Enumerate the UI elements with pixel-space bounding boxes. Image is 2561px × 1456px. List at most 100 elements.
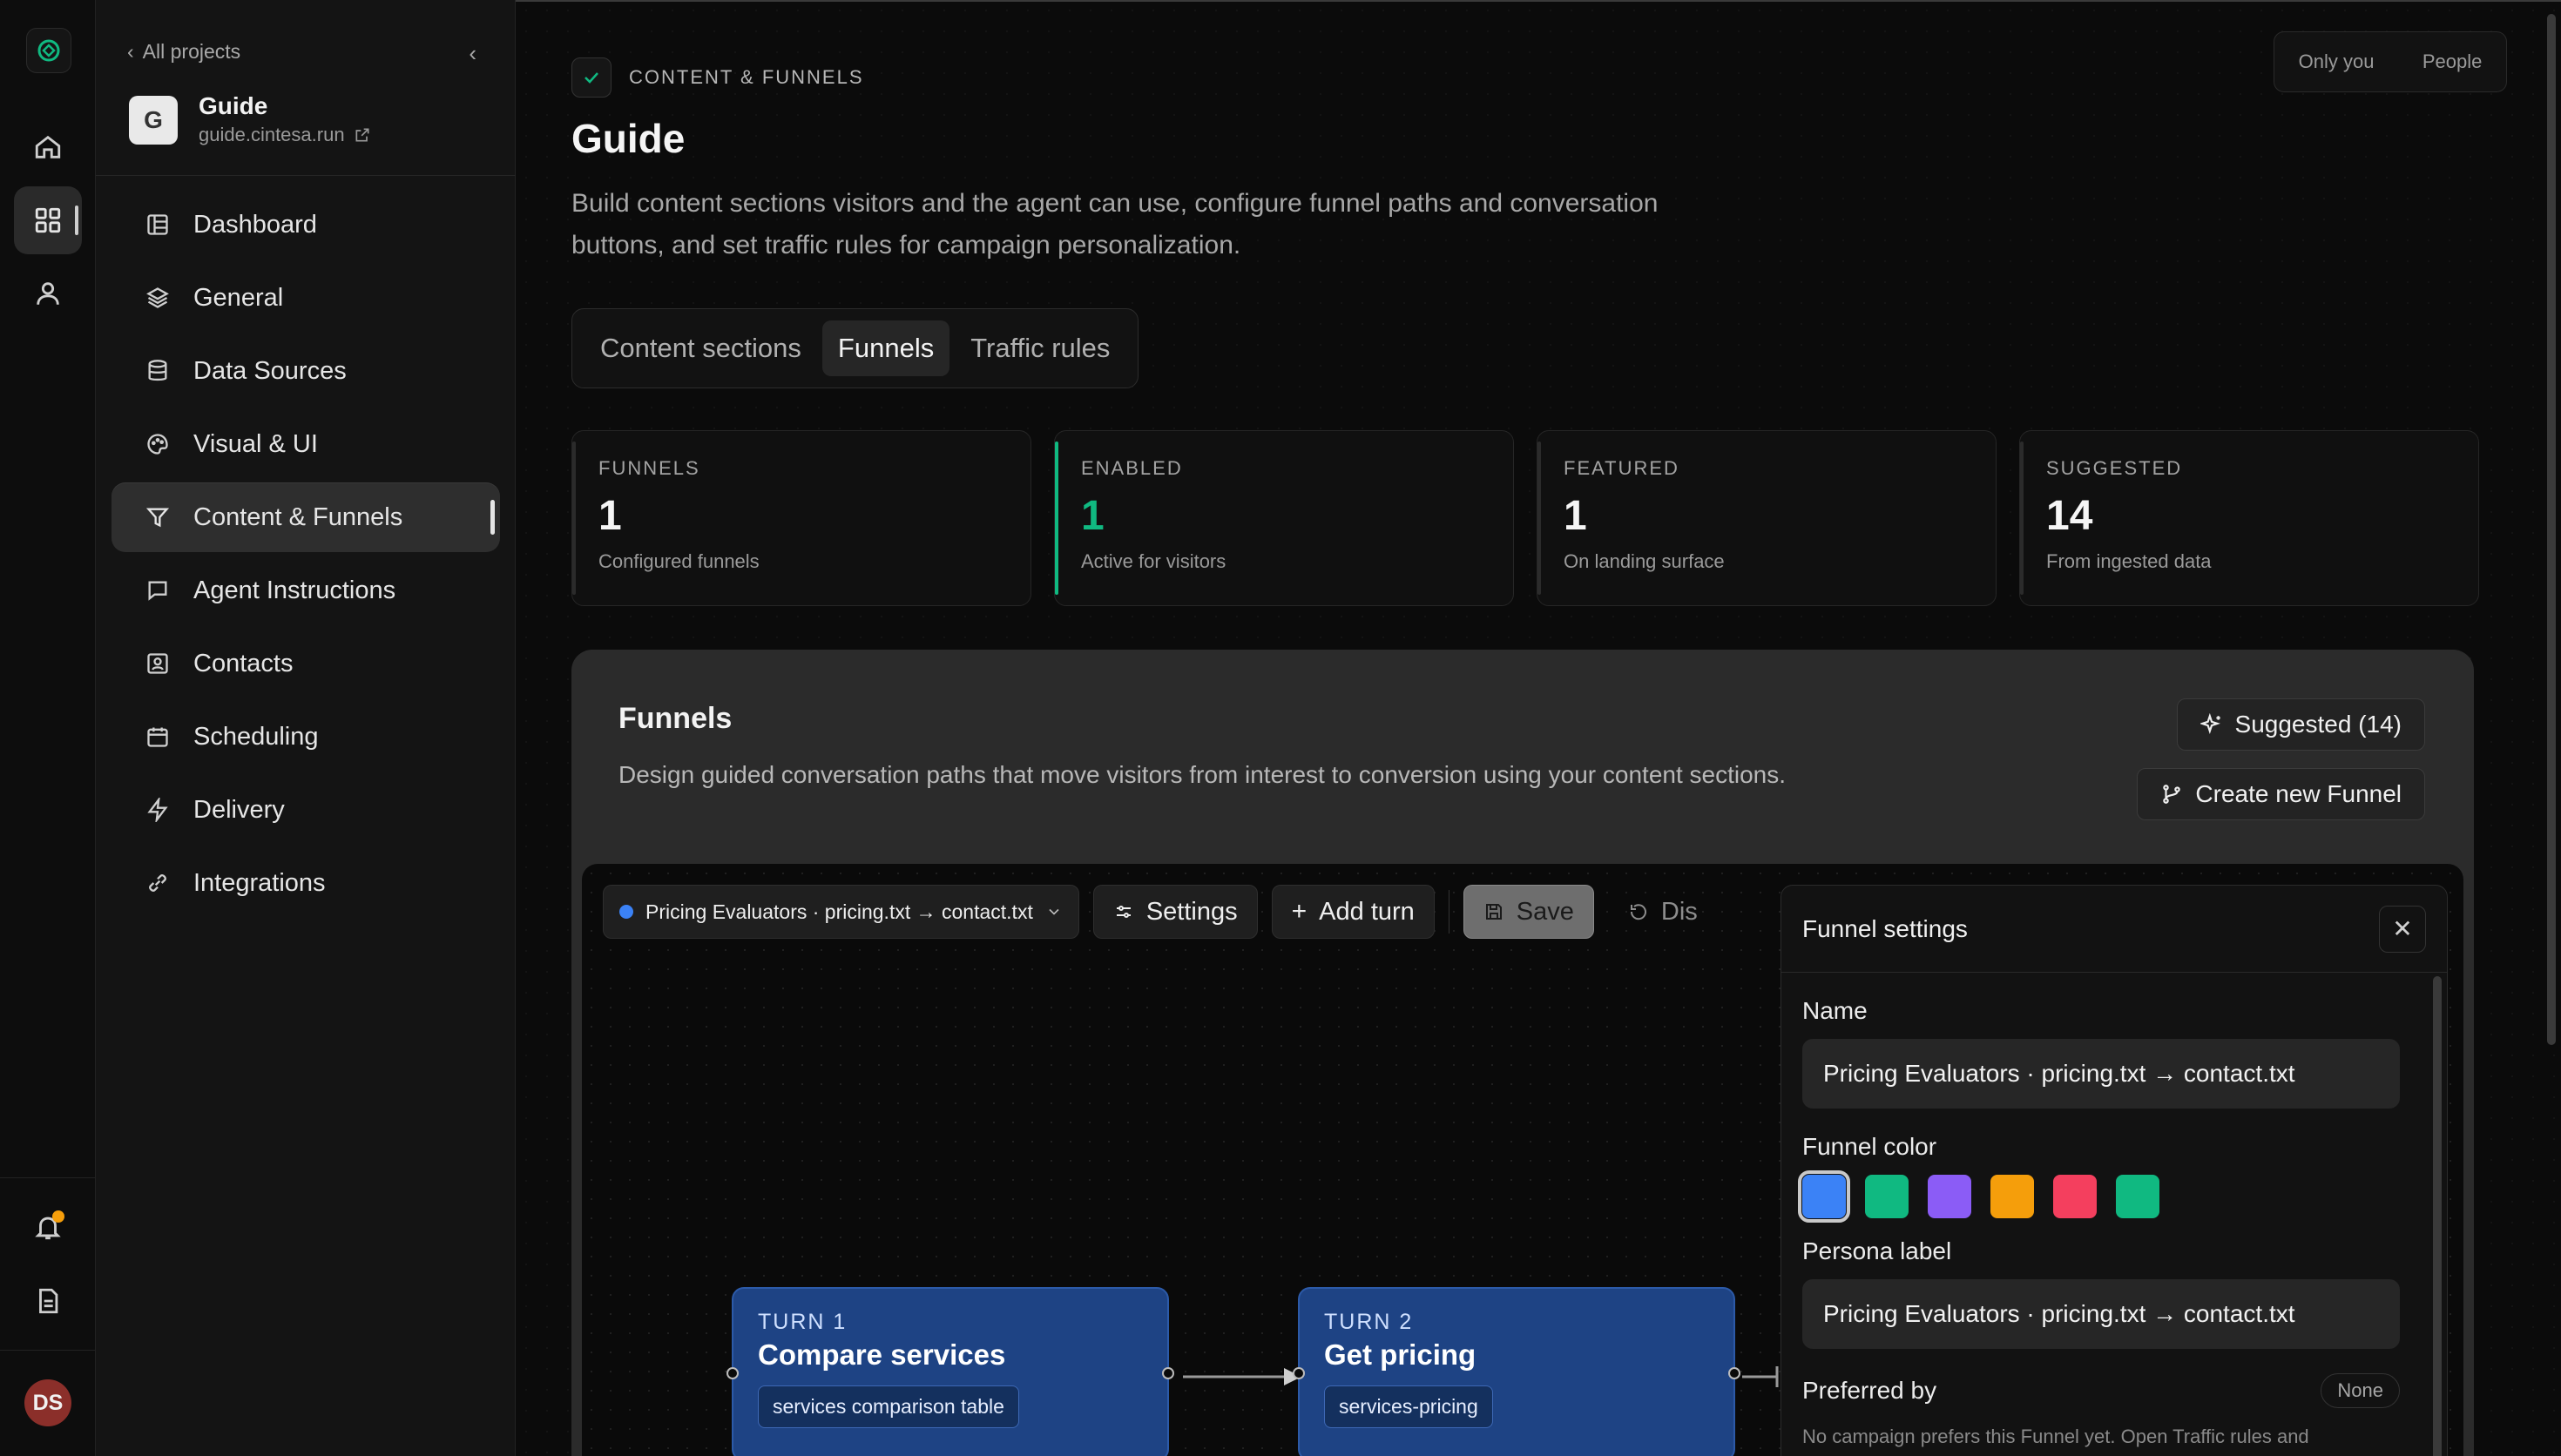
- nav-item-agent-instructions[interactable]: Agent Instructions: [111, 556, 500, 625]
- output-port[interactable]: [1728, 1367, 1740, 1379]
- only-you-option[interactable]: Only you: [2299, 51, 2375, 73]
- calendar-icon: [145, 724, 171, 750]
- output-port[interactable]: [1162, 1367, 1174, 1379]
- suggested-button[interactable]: Suggested (14): [2176, 698, 2425, 751]
- preferred-by-label: Preferred by: [1802, 1377, 1937, 1404]
- create-funnel-label: Create new Funnel: [2195, 780, 2402, 807]
- visibility-toggle[interactable]: Only you People: [2274, 31, 2507, 92]
- turn-number: TURN 2: [1324, 1310, 1414, 1334]
- nav-item-delivery[interactable]: Delivery: [111, 775, 500, 845]
- save-button[interactable]: Save: [1463, 885, 1594, 939]
- project-url: guide.cintesa.run: [199, 124, 345, 145]
- nav-item-label: Contacts: [193, 649, 294, 677]
- top-border: [516, 0, 2561, 2]
- turn-content-chip: services-pricing: [1324, 1385, 1493, 1428]
- add-turn-label: Add turn: [1319, 897, 1415, 926]
- avatar[interactable]: DS: [24, 1379, 71, 1426]
- color-swatch-blue[interactable]: [1798, 1170, 1850, 1223]
- layers-icon: [145, 285, 171, 311]
- suggested-button-label: Suggested (14): [2234, 711, 2402, 738]
- bolt-icon: [145, 797, 171, 823]
- nav-item-general[interactable]: General: [111, 263, 500, 333]
- stat-label: FEATURED: [1564, 457, 1679, 479]
- tab-funnels[interactable]: Funnels: [821, 320, 950, 376]
- database-icon: [145, 358, 171, 384]
- collapse-sidebar-button[interactable]: ‹: [469, 40, 476, 67]
- branch-icon: [2163, 785, 2181, 804]
- turn-number: TURN 1: [758, 1310, 848, 1334]
- breadcrumb: CONTENT & FUNNELS: [571, 57, 864, 98]
- tab-traffic-rules[interactable]: Traffic rules: [955, 320, 1125, 376]
- stat-subtitle: From ingested data: [2046, 550, 2212, 572]
- sliders-icon: [1116, 906, 1131, 918]
- save-icon: [1485, 904, 1502, 920]
- canvas-toolbar: Pricing Evaluators · pricing.txt → conta…: [603, 885, 1718, 939]
- turn-connector-arrow: [1183, 1368, 1301, 1385]
- turn-node[interactable]: TURN 2 Get pricing services-pricing: [1293, 1287, 1740, 1456]
- rail-divider: [0, 1177, 96, 1178]
- tab-content-sections[interactable]: Content sections: [585, 320, 817, 376]
- persona-label-field[interactable]: Pricing Evaluators · pricing.txt → conta…: [1802, 1279, 2400, 1349]
- add-turn-button[interactable]: + Add turn: [1271, 885, 1435, 939]
- chat-icon: [145, 577, 171, 603]
- create-funnel-button[interactable]: Create new Funnel: [2137, 768, 2425, 820]
- input-port[interactable]: [1293, 1367, 1305, 1379]
- user-icon[interactable]: [14, 260, 82, 327]
- nav-item-visual-ui[interactable]: Visual & UI: [111, 409, 500, 479]
- funnel-color-dot: [619, 905, 633, 919]
- people-option[interactable]: People: [2422, 51, 2483, 73]
- dashboard-icon: [145, 212, 171, 238]
- settings-panel-header: Funnel settings ✕: [1781, 886, 2447, 973]
- projects-grid-icon[interactable]: [14, 186, 82, 254]
- color-swatch-green[interactable]: [2116, 1175, 2159, 1218]
- nav-item-data-sources[interactable]: Data Sources: [111, 336, 500, 406]
- funnel-settings-panel: Funnel settings ✕ Name Pricing Evaluator…: [1781, 885, 2448, 1456]
- nav-item-contacts[interactable]: Contacts: [111, 629, 500, 698]
- panel-description: Design guided conversation paths that mo…: [618, 761, 1787, 788]
- sparkles-icon: [2199, 713, 2220, 735]
- nav-item-scheduling[interactable]: Scheduling: [111, 702, 500, 772]
- color-swatch-purple[interactable]: [1928, 1175, 1971, 1218]
- project-url-link[interactable]: guide.cintesa.run: [199, 124, 371, 146]
- settings-panel-scrollbar[interactable]: [2433, 976, 2442, 1456]
- stat-card-suggested: SUGGESTED 14 From ingested data: [2019, 430, 2479, 606]
- stat-card-featured: FEATURED 1 On landing surface: [1537, 430, 1997, 606]
- all-projects-link[interactable]: ‹ All projects: [127, 40, 240, 64]
- document-icon[interactable]: [14, 1267, 82, 1335]
- settings-button[interactable]: Settings: [1092, 885, 1258, 939]
- stat-value: 14: [2046, 493, 2093, 539]
- stat-subtitle: Active for visitors: [1081, 550, 1226, 572]
- main-scrollbar[interactable]: [2547, 14, 2556, 1045]
- rail-divider: [0, 1350, 96, 1351]
- nav-item-integrations[interactable]: Integrations: [111, 848, 500, 918]
- stat-label: ENABLED: [1081, 457, 1183, 479]
- color-swatch-teal[interactable]: [1865, 1175, 1909, 1218]
- plus-icon: +: [1291, 897, 1308, 926]
- discard-button-label: Dis: [1660, 897, 1698, 926]
- panel-title: Funnels: [618, 702, 733, 735]
- nav-item-label: Scheduling: [193, 722, 319, 751]
- funnel-name-field[interactable]: Pricing Evaluators · pricing.txt → conta…: [1802, 1039, 2400, 1109]
- home-icon[interactable]: [14, 113, 82, 181]
- all-projects-label: All projects: [142, 40, 241, 63]
- nav-item-content-funnels[interactable]: Content & Funnels: [111, 482, 500, 552]
- icon-rail: DS: [0, 0, 96, 1456]
- funnel-select[interactable]: Pricing Evaluators · pricing.txt → conta…: [603, 885, 1079, 939]
- input-port[interactable]: [726, 1367, 739, 1379]
- bell-icon[interactable]: [14, 1193, 82, 1261]
- stat-subtitle: On landing surface: [1564, 550, 1725, 572]
- preferred-by-badge: None: [2321, 1373, 2400, 1408]
- notification-dot: [52, 1210, 64, 1223]
- settings-panel-title: Funnel settings: [1802, 914, 1968, 942]
- nav-item-label: Integrations: [193, 868, 326, 897]
- nav-item-dashboard[interactable]: Dashboard: [111, 190, 500, 260]
- section-tabs: Content sections Funnels Traffic rules: [571, 308, 1139, 388]
- check-icon: [571, 57, 612, 98]
- discard-button[interactable]: Dis: [1608, 885, 1718, 939]
- color-swatch-orange[interactable]: [1990, 1175, 2034, 1218]
- stat-value: 1: [1081, 493, 1105, 539]
- turn-node[interactable]: TURN 1 Compare services services compari…: [726, 1287, 1174, 1456]
- color-swatch-red[interactable]: [2053, 1175, 2097, 1218]
- app-logo-icon[interactable]: [26, 28, 71, 73]
- close-icon[interactable]: ✕: [2379, 905, 2426, 953]
